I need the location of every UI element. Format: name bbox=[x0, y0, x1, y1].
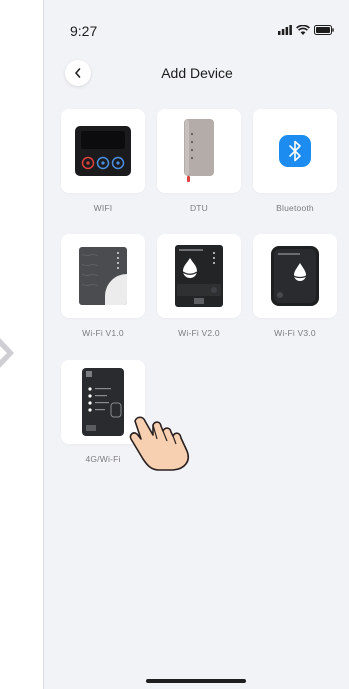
battery-icon bbox=[314, 25, 334, 35]
bluetooth-icon bbox=[279, 135, 311, 167]
wifi-v2-device-icon bbox=[175, 245, 223, 307]
header: Add Device bbox=[44, 58, 349, 88]
device-card[interactable] bbox=[157, 234, 241, 318]
device-card[interactable] bbox=[157, 109, 241, 193]
device-label: WIFI bbox=[93, 203, 113, 213]
device-card[interactable] bbox=[61, 234, 145, 318]
4g-wifi-device-icon bbox=[82, 368, 124, 436]
device-wifi[interactable]: WIFI bbox=[61, 109, 145, 213]
chevron-right-icon bbox=[0, 338, 14, 368]
status-bar: 9:27 bbox=[44, 0, 349, 46]
device-wifi-v3[interactable]: Wi-Fi V3.0 bbox=[253, 234, 337, 338]
wifi-icon bbox=[296, 25, 310, 35]
device-label: Wi-Fi V3.0 bbox=[274, 328, 316, 338]
status-time: 9:27 bbox=[70, 23, 98, 39]
phone-screen: 9:27 Add Device WIFI DTU Bluetooth Wi-Fi… bbox=[43, 0, 349, 689]
home-indicator bbox=[146, 679, 246, 683]
device-card[interactable] bbox=[253, 109, 337, 193]
wifi-device-icon bbox=[75, 126, 131, 176]
device-label: Wi-Fi V1.0 bbox=[82, 328, 124, 338]
device-label: Bluetooth bbox=[276, 203, 314, 213]
status-icons bbox=[278, 25, 334, 35]
device-card[interactable] bbox=[61, 109, 145, 193]
wifi-v3-device-icon bbox=[271, 246, 319, 306]
device-bluetooth[interactable]: Bluetooth bbox=[253, 109, 337, 213]
device-wifi-v2[interactable]: Wi-Fi V2.0 bbox=[157, 234, 241, 338]
device-label: Wi-Fi V2.0 bbox=[178, 328, 220, 338]
dtu-device-icon bbox=[184, 119, 214, 182]
device-dtu[interactable]: DTU bbox=[157, 109, 241, 213]
device-wifi-v1[interactable]: Wi-Fi V1.0 bbox=[61, 234, 145, 338]
device-label: DTU bbox=[189, 203, 209, 213]
wifi-v1-device-icon bbox=[79, 247, 127, 305]
signal-icon bbox=[278, 25, 292, 35]
device-card[interactable] bbox=[253, 234, 337, 318]
page-title: Add Device bbox=[161, 65, 233, 81]
tap-hand-icon bbox=[129, 416, 189, 471]
